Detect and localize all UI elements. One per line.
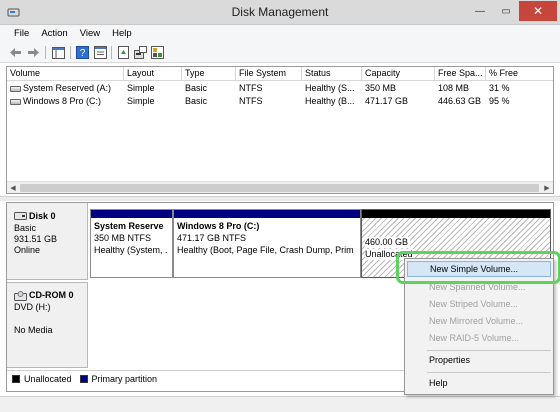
table-cell-layout: Simple: [127, 83, 155, 93]
table-cell-percent-free: 31 %: [489, 83, 510, 93]
column-header-capacity[interactable]: Capacity: [362, 67, 435, 81]
column-header-type[interactable]: Type: [182, 67, 236, 81]
column-header-file-system[interactable]: File System: [236, 67, 302, 81]
status-bar: [0, 396, 560, 412]
menu-item-help[interactable]: Help: [429, 375, 448, 391]
volume-list-table[interactable]: Volume Layout Type File System Status Ca…: [6, 66, 554, 194]
partition-color-bar: [362, 210, 550, 218]
toolbar-separator: [70, 46, 71, 59]
toolbar-separator: [111, 46, 112, 59]
menu-view[interactable]: View: [74, 28, 106, 39]
hard-disk-icon: [14, 212, 27, 220]
column-header-layout[interactable]: Layout: [124, 67, 182, 81]
partition-color-bar: [91, 210, 172, 218]
disk-name: CD-ROM 0: [29, 290, 74, 300]
back-arrow-icon[interactable]: [8, 45, 23, 60]
drive-icon: [10, 99, 21, 105]
partition-color-bar: [174, 210, 360, 218]
toolbar-separator: [45, 46, 46, 59]
table-cell-capacity: 471.17 GB: [365, 96, 409, 106]
table-cell-free-space: 108 MB: [438, 83, 470, 93]
console-settings-icon[interactable]: [150, 45, 165, 60]
legend-label-primary-partition: Primary partition: [91, 373, 158, 384]
cd-rom-0-label[interactable]: CD-ROM 0 DVD (H:) No Media: [7, 282, 88, 368]
column-header-free-space[interactable]: Free Spa...: [435, 67, 486, 81]
menu-separator: [427, 372, 551, 373]
column-header-status[interactable]: Status: [302, 67, 362, 81]
rescan-disks-icon[interactable]: [133, 45, 148, 60]
table-cell-status: Healthy (S...: [305, 83, 355, 93]
disk-type: Basic: [14, 223, 37, 233]
disk-drive-letter: DVD (H:): [14, 302, 51, 312]
legend-swatch-unallocated: [12, 374, 20, 383]
disk-name: Disk 0: [29, 211, 56, 221]
disk-status: Online: [14, 245, 41, 255]
table-cell-status: Healthy (B...: [305, 96, 355, 106]
table-cell-free-space: 446.63 GB: [438, 96, 482, 106]
partition-size: 350 MB NTFS: [94, 233, 152, 243]
maximize-button[interactable]: ▭: [493, 1, 519, 21]
refresh-icon[interactable]: [116, 45, 131, 60]
disk-size: 931.51 GB: [14, 234, 58, 244]
partition-status: Healthy (Boot, Page File, Crash Dump, Pr…: [177, 245, 354, 255]
drive-icon: [10, 86, 21, 92]
menu-separator: [427, 350, 551, 351]
legend-label-unallocated: Unallocated: [24, 373, 72, 384]
partition-title: Windows 8 Pro (C:): [177, 221, 260, 231]
toolbar: ?: [0, 42, 560, 63]
highlight-ring: [396, 251, 560, 284]
table-cell-type: Basic: [185, 96, 208, 106]
table-cell-percent-free: 95 %: [489, 96, 510, 106]
help-icon[interactable]: ?: [75, 45, 90, 60]
disk-status: No Media: [14, 325, 53, 335]
partition-size: 471.17 GB NTFS: [177, 233, 247, 243]
table-cell-file-system: NTFS: [239, 96, 263, 106]
pane-splitter[interactable]: [0, 196, 560, 201]
menu-file[interactable]: File: [8, 28, 35, 39]
title-bar[interactable]: Disk Management — ▭ ✕: [0, 0, 560, 25]
menu-item-properties[interactable]: Properties: [429, 352, 470, 368]
column-header-volume[interactable]: Volume: [7, 67, 124, 81]
column-header-percent-free[interactable]: % Free: [486, 67, 553, 81]
scroll-right-arrow-icon[interactable]: ▶: [541, 182, 553, 193]
show-hide-console-tree-icon[interactable]: [51, 45, 66, 60]
scroll-left-arrow-icon[interactable]: ◀: [7, 182, 19, 193]
menu-bar: File Action View Help: [0, 25, 560, 42]
menu-help[interactable]: Help: [106, 28, 138, 39]
menu-action[interactable]: Action: [35, 28, 73, 39]
volume-name: Windows 8 Pro (C:): [23, 96, 102, 106]
table-cell-layout: Simple: [127, 96, 155, 106]
disk-0-label[interactable]: Disk 0 Basic 931.51 GB Online: [7, 203, 88, 280]
svg-text:?: ?: [80, 48, 86, 59]
table-row-volume[interactable]: System Reserved (A:): [7, 82, 124, 95]
table-cell-type: Basic: [185, 83, 208, 93]
menu-item-new-striped-volume[interactable]: New Striped Volume...: [429, 296, 518, 312]
partition-system-reserved[interactable]: System Reserve 350 MB NTFS Healthy (Syst…: [90, 209, 173, 278]
partition-title: System Reserve: [94, 221, 164, 231]
partition-windows-8-pro[interactable]: Windows 8 Pro (C:) 471.17 GB NTFS Health…: [173, 209, 361, 278]
minimize-button[interactable]: —: [467, 1, 493, 21]
cd-drive-icon: [14, 291, 27, 301]
menu-item-new-mirrored-volume[interactable]: New Mirrored Volume...: [429, 313, 523, 329]
partition-status: Healthy (System, .: [94, 245, 168, 255]
partition-size: 460.00 GB: [365, 237, 411, 248]
table-cell-file-system: NTFS: [239, 83, 263, 93]
legend-swatch-primary-partition: [79, 374, 88, 383]
forward-arrow-icon[interactable]: [26, 45, 41, 60]
close-button[interactable]: ✕: [519, 1, 557, 21]
scrollbar-thumb[interactable]: [20, 184, 539, 192]
volume-name: System Reserved (A:): [23, 83, 112, 93]
horizontal-scrollbar[interactable]: ◀ ▶: [7, 181, 553, 193]
table-row-volume[interactable]: Windows 8 Pro (C:): [7, 95, 124, 108]
properties-icon[interactable]: [93, 45, 108, 60]
menu-item-new-raid-5-volume[interactable]: New RAID-5 Volume...: [429, 330, 519, 346]
table-cell-capacity: 350 MB: [365, 83, 397, 93]
